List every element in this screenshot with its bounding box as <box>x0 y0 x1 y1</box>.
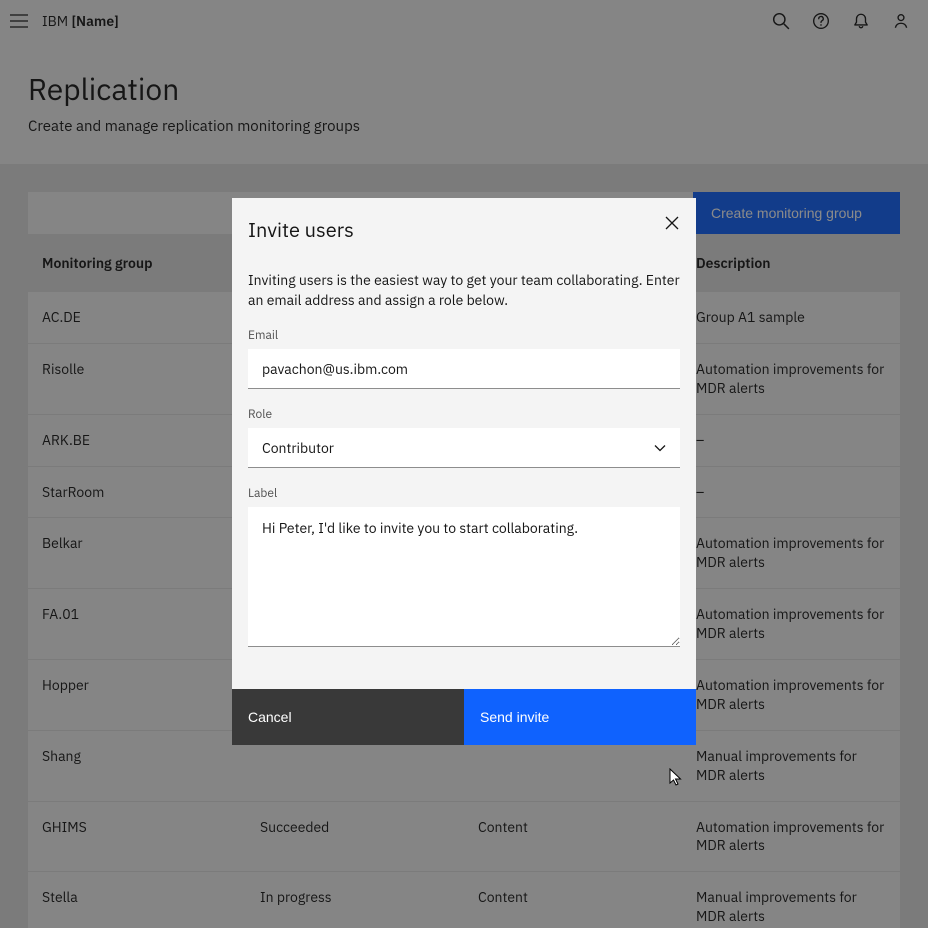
message-textarea[interactable] <box>248 507 680 647</box>
chevron-down-icon <box>654 444 666 451</box>
close-icon <box>665 216 679 230</box>
role-value: Contributor <box>262 439 334 457</box>
modal-title: Invite users <box>248 216 680 243</box>
send-invite-button[interactable]: Send invite <box>464 689 696 745</box>
role-label: Role <box>248 407 680 422</box>
cancel-button[interactable]: Cancel <box>232 689 464 745</box>
email-label: Email <box>248 328 680 343</box>
modal-description: Inviting users is the easiest way to get… <box>248 271 680 310</box>
email-field[interactable] <box>248 349 680 389</box>
message-label: Label <box>248 486 680 501</box>
invite-users-modal: Invite users Inviting users is the easie… <box>232 198 696 745</box>
modal-close-button[interactable] <box>660 212 684 236</box>
role-select[interactable]: Contributor <box>248 428 680 468</box>
